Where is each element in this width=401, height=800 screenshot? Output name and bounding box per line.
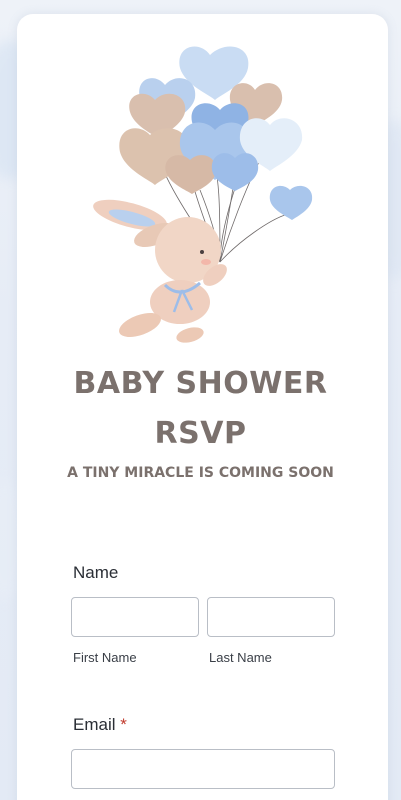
name-label: Name (73, 563, 119, 582)
email-label: Email * (73, 715, 127, 735)
balloons (119, 46, 313, 220)
email-input[interactable] (71, 749, 335, 789)
last-name-input[interactable] (207, 597, 335, 637)
balloon-beige (165, 155, 217, 194)
last-name-sublabel: Last Name (209, 650, 272, 665)
bunny-balloons-illustration (93, 46, 313, 343)
page-subtitle: A TINY MIRACLE IS COMING SOON (67, 465, 334, 481)
balloon-small-blue (269, 185, 313, 220)
page-title-line-1: BABY SHOWER (73, 366, 328, 401)
first-name-sublabel: First Name (73, 650, 137, 665)
first-name-input[interactable] (71, 597, 199, 637)
email-label-text: Email (73, 715, 116, 734)
balloon-blue (211, 153, 259, 191)
required-marker: * (120, 715, 127, 734)
page-title-line-2: RSVP (154, 416, 247, 451)
